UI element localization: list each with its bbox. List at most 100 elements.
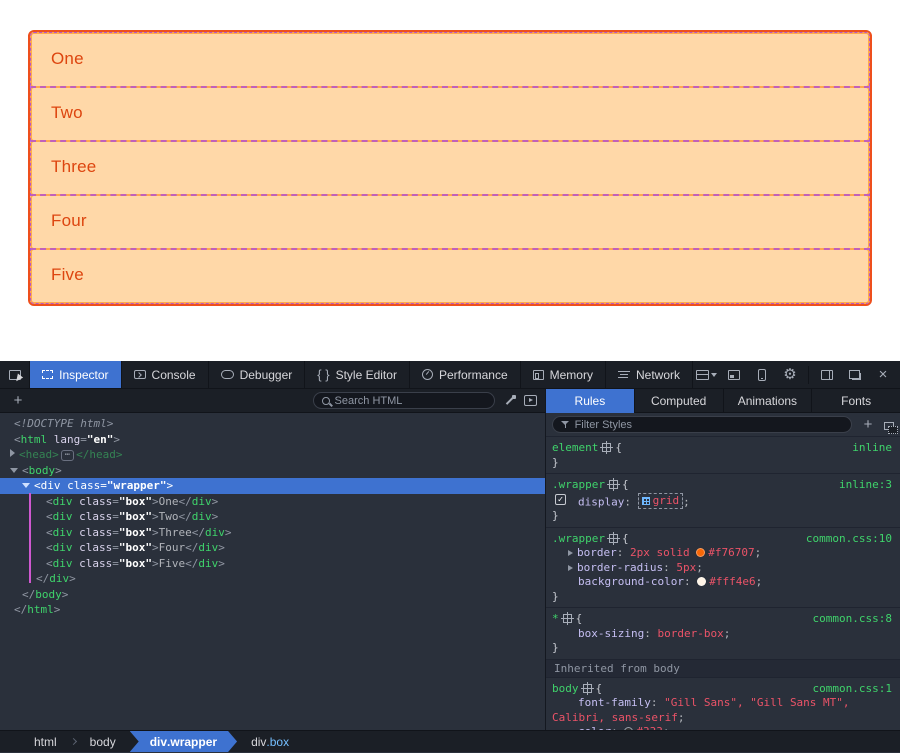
responsive-mode-button[interactable]: [749, 361, 775, 389]
markup-line-box[interactable]: <divclass="box">Five</div>: [0, 556, 545, 572]
toggle-classes-button[interactable]: [884, 422, 894, 430]
markup-line-body-open[interactable]: <body>: [0, 463, 545, 479]
settings-button[interactable]: ⚙: [777, 361, 803, 389]
declaration-border-radius: border-radius: 5px;: [552, 561, 894, 576]
devtools-panel: Inspector Console Debugger { } Style Edi…: [0, 361, 900, 753]
collapsed-content-badge[interactable]: ⋯: [61, 450, 74, 461]
markup-line-div-close[interactable]: </div>: [0, 571, 545, 587]
grid-box-label: Five: [51, 265, 84, 284]
add-rule-button[interactable]: +: [858, 416, 878, 433]
rule-source-link[interactable]: common.css:8: [813, 612, 892, 627]
color-swatch[interactable]: [696, 548, 705, 557]
selector-highlighter-icon[interactable]: [609, 534, 618, 543]
network-icon: [618, 370, 630, 379]
color-swatch[interactable]: [697, 577, 706, 586]
select-iframe-button[interactable]: [693, 361, 719, 389]
tab-animations[interactable]: Animations: [724, 389, 813, 413]
tab-style-editor[interactable]: { } Style Editor: [305, 361, 410, 388]
tab-rules[interactable]: Rules: [546, 389, 635, 413]
rule-selector[interactable]: body: [552, 682, 579, 695]
rule-source-link[interactable]: inline: [852, 441, 892, 456]
grid-box-label: Four: [51, 211, 87, 230]
markup-line-box[interactable]: <divclass="box">Three</div>: [0, 525, 545, 541]
dock-sidebar-button[interactable]: [814, 361, 840, 389]
tab-label: Console: [152, 368, 196, 382]
add-node-button[interactable]: +: [8, 392, 28, 409]
markup-line-html-open[interactable]: <htmllang="en">: [0, 432, 545, 448]
rule-body: body{common.css:1 font-family: "Gill San…: [546, 678, 900, 730]
tab-label: Debugger: [240, 368, 293, 382]
debugger-icon: [221, 370, 234, 379]
markup-line-head[interactable]: <head>⋯</head>: [0, 447, 545, 463]
eyedropper-button[interactable]: [503, 394, 516, 407]
performance-icon: [422, 369, 433, 380]
rule-selector[interactable]: .wrapper: [552, 478, 605, 491]
rule-source-link[interactable]: inline:3: [839, 478, 892, 493]
collapse-arrow-icon[interactable]: [22, 483, 30, 488]
declaration-checkbox[interactable]: ✓: [555, 494, 566, 505]
phone-icon: [758, 369, 766, 381]
tab-memory[interactable]: Memory: [521, 361, 606, 388]
rule-source-link[interactable]: common.css:1: [813, 682, 892, 697]
rules-content: element{inline } .wrapper{inline:3 ✓ dis…: [546, 437, 900, 730]
grid-box-label: Two: [51, 103, 83, 122]
close-devtools-button[interactable]: ×: [870, 361, 896, 389]
expand-shorthand-icon[interactable]: [568, 550, 573, 556]
tab-label: Memory: [550, 368, 593, 382]
markup-line-box[interactable]: <divclass="box">Two</div>: [0, 509, 545, 525]
tab-inspector[interactable]: Inspector: [30, 361, 121, 388]
tab-fonts[interactable]: Fonts: [812, 389, 900, 413]
tab-label: Inspector: [59, 368, 108, 382]
tab-network[interactable]: Network: [606, 361, 693, 388]
split-console-button[interactable]: [721, 361, 747, 389]
element-picker-button[interactable]: [0, 361, 30, 388]
search-icon: [322, 397, 330, 405]
selector-highlighter-icon[interactable]: [602, 443, 611, 452]
markup-line-doctype[interactable]: <!DOCTYPE html>: [0, 416, 545, 432]
breadcrumb-body[interactable]: body: [76, 731, 130, 752]
inspector-split: + <!DOCTYPE html> <htmllang="en"> <head>…: [0, 389, 900, 730]
rule-source-link[interactable]: common.css:10: [806, 532, 892, 547]
tab-performance[interactable]: Performance: [410, 361, 521, 388]
filter-styles-input[interactable]: [575, 419, 843, 431]
markup-line-wrapper-selected[interactable]: <divclass="wrapper">: [0, 478, 545, 494]
rule-selector[interactable]: .wrapper: [552, 532, 605, 545]
markup-line-html-close[interactable]: </html>: [0, 602, 545, 618]
color-swatch[interactable]: [624, 727, 633, 730]
search-html-input[interactable]: [335, 395, 486, 407]
markup-tree: <!DOCTYPE html> <htmllang="en"> <head>⋯<…: [0, 413, 545, 730]
expand-arrow-icon[interactable]: [10, 449, 15, 457]
breadcrumb-div-wrapper-selected[interactable]: div.wrapper: [130, 731, 237, 752]
separate-window-button[interactable]: [842, 361, 868, 389]
filter-styles-box[interactable]: [552, 416, 852, 433]
selector-highlighter-icon[interactable]: [583, 684, 592, 693]
selector-highlighter-icon[interactable]: [609, 480, 618, 489]
console-icon: [134, 370, 146, 379]
markup-line-box[interactable]: <divclass="box">One</div>: [0, 494, 545, 510]
markup-line-body-close[interactable]: </body>: [0, 587, 545, 603]
search-html-box[interactable]: [313, 392, 495, 409]
expand-shorthand-icon[interactable]: [568, 565, 573, 571]
print-simulation-button[interactable]: [524, 395, 537, 406]
markup-pane: + <!DOCTYPE html> <htmllang="en"> <head>…: [0, 389, 546, 730]
tab-debugger[interactable]: Debugger: [209, 361, 306, 388]
devtools-toolbar-actions: ⚙ ×: [693, 361, 900, 388]
markup-line-box[interactable]: <divclass="box">Four</div>: [0, 540, 545, 556]
tab-computed[interactable]: Computed: [635, 389, 724, 413]
toolbar-separator: [808, 366, 809, 384]
rule-selector[interactable]: element: [552, 441, 598, 454]
rules-pane: Rules Computed Animations Fonts +: [546, 389, 900, 730]
tab-label: Network: [636, 368, 680, 382]
grid-box-label: One: [51, 49, 84, 68]
breadcrumb-html[interactable]: html: [20, 731, 71, 752]
filter-icon: [561, 420, 570, 429]
collapse-arrow-icon[interactable]: [10, 468, 18, 473]
selector-highlighter-icon[interactable]: [563, 614, 572, 623]
rule-selector[interactable]: *: [552, 612, 559, 625]
tab-console[interactable]: Console: [122, 361, 209, 388]
breadcrumb-div-box[interactable]: div.box: [237, 731, 303, 752]
grid-highlighter-toggle[interactable]: grid: [638, 493, 684, 510]
tab-label: Performance: [439, 368, 508, 382]
declaration-background-color: background-color: #fff4e6;: [552, 575, 894, 590]
rule-wrapper-display: .wrapper{inline:3 ✓ display: grid; }: [546, 474, 900, 528]
